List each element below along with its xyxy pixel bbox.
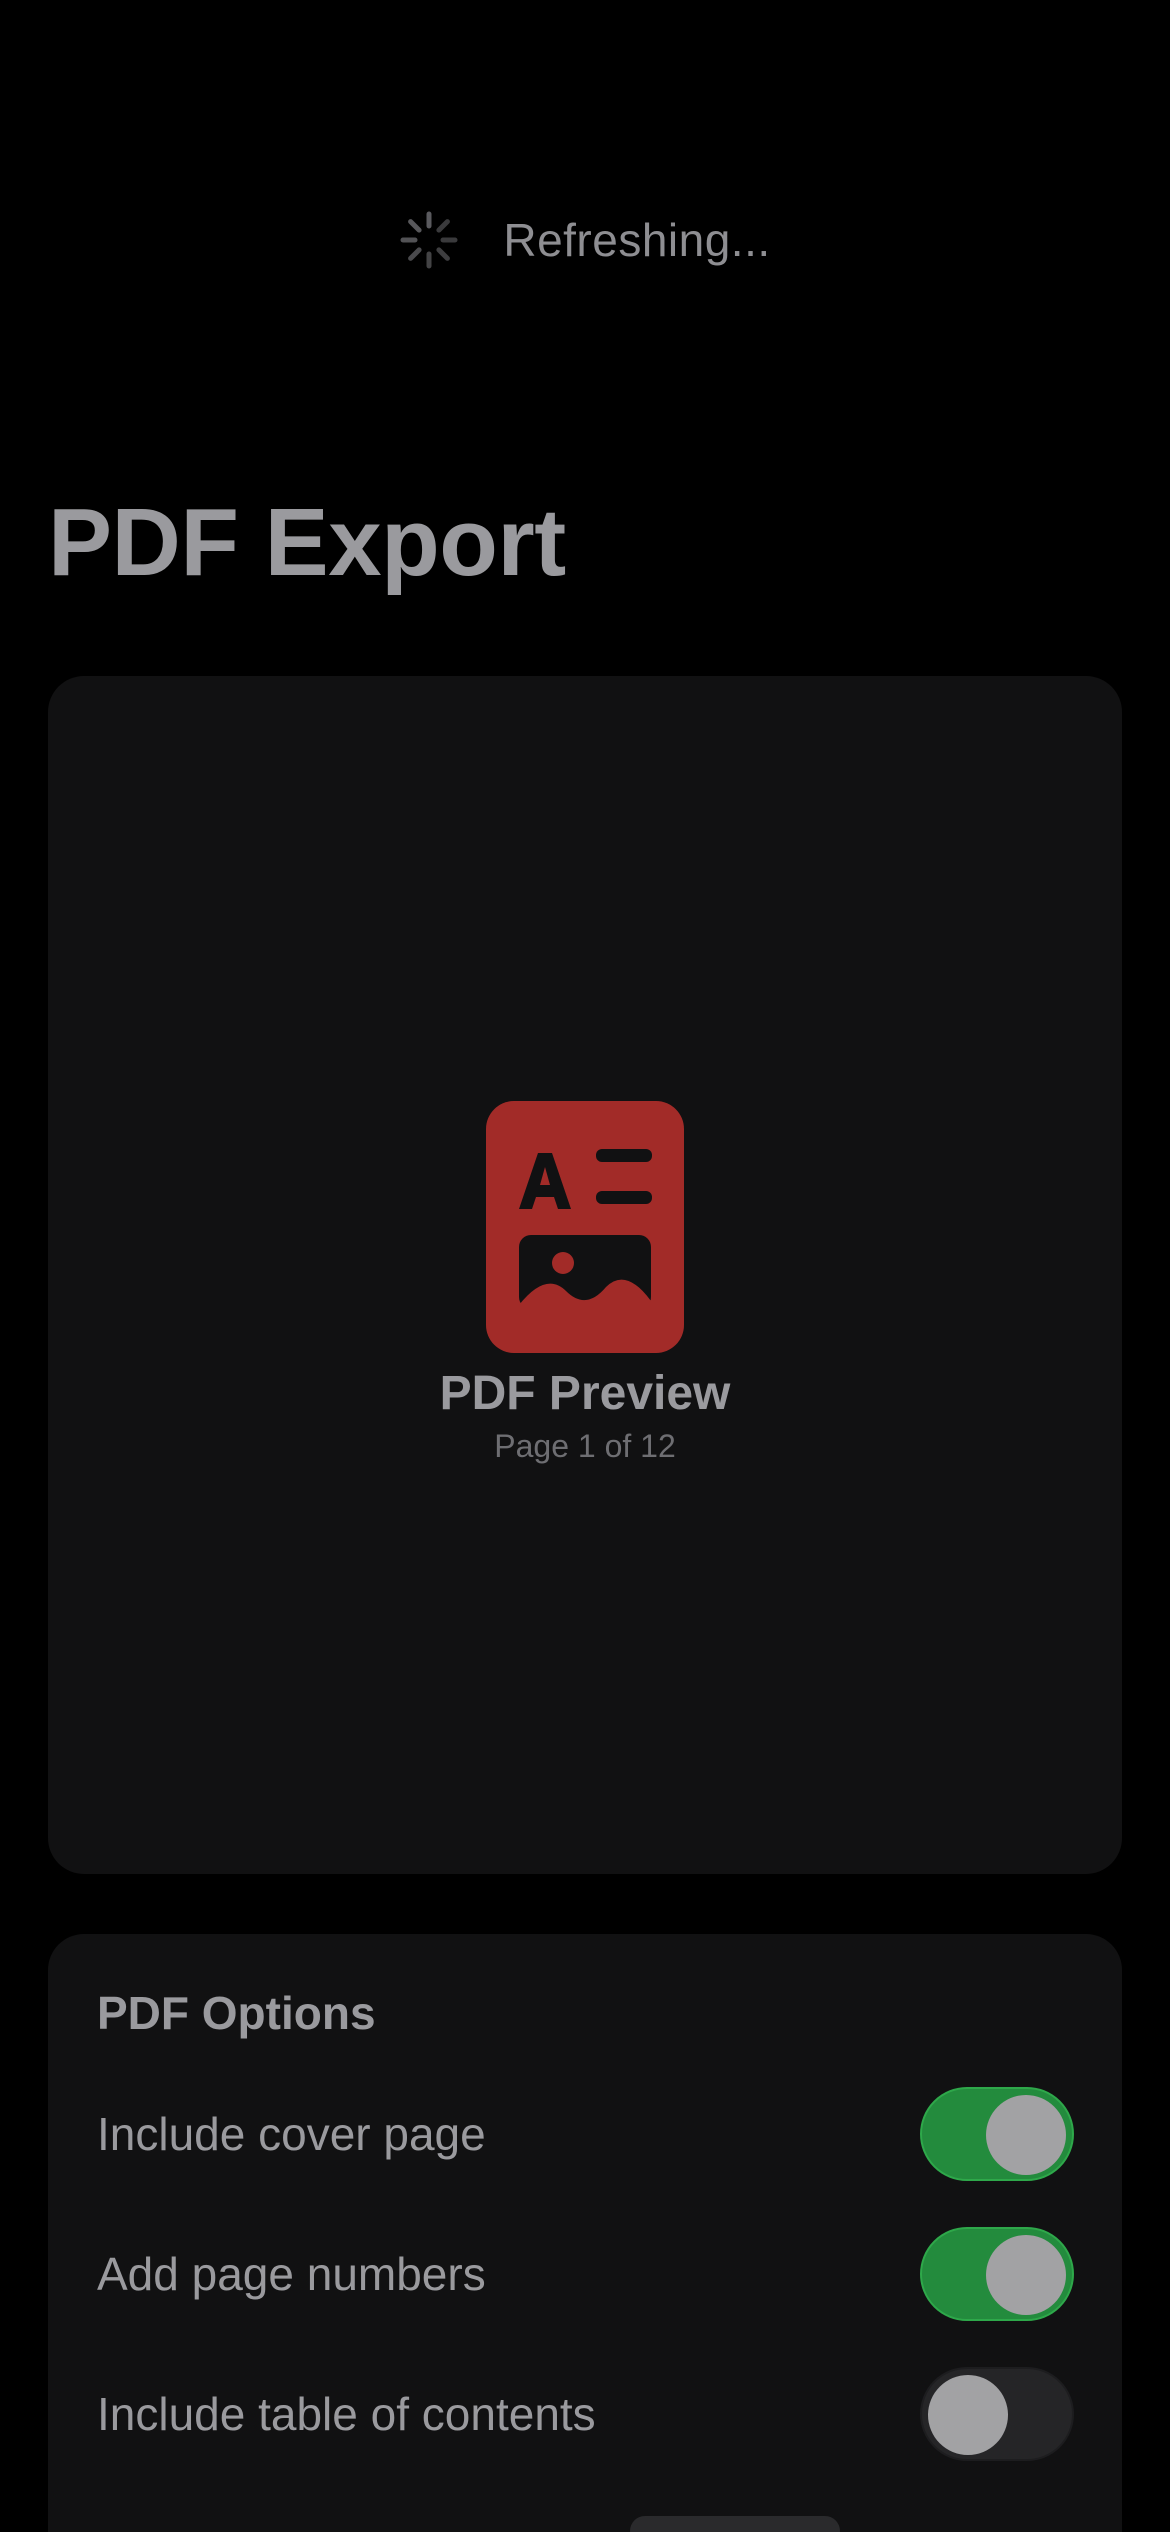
option-label: Include cover page [97,2108,486,2160]
pdf-options-card: PDF Options Include cover page Add page … [48,1934,1122,2532]
preview-page-indicator: Page 1 of 12 [494,1428,676,1464]
options-section-title: PDF Options [97,1987,376,2039]
toggle-knob [986,2235,1066,2315]
pdf-preview-card[interactable]: PDF Preview Page 1 of 12 [48,676,1122,1874]
toggle-knob [928,2375,1008,2455]
cover-page-toggle[interactable] [920,2087,1074,2181]
table-of-contents-toggle[interactable] [920,2367,1074,2461]
refresh-indicator: Refreshing... [0,200,1170,280]
refresh-status-text: Refreshing... [503,214,771,266]
page-title: PDF Export [48,489,566,596]
option-row-table-of-contents: Include table of contents [97,2366,1074,2462]
toggle-knob [986,2095,1066,2175]
option-label: Include table of contents [97,2388,596,2440]
option-row-page-numbers: Add page numbers [97,2226,1074,2322]
sheet-handle[interactable] [630,2516,840,2532]
page-numbers-toggle[interactable] [920,2227,1074,2321]
spinner-icon [400,211,458,269]
pdf-export-screen: Refreshing... PDF Export PDF Preview Pag… [0,0,1170,2532]
option-row-cover-page: Include cover page [97,2086,1074,2182]
option-label: Add page numbers [97,2248,486,2300]
preview-title: PDF Preview [439,1367,731,1420]
pdf-document-icon [486,1101,684,1353]
